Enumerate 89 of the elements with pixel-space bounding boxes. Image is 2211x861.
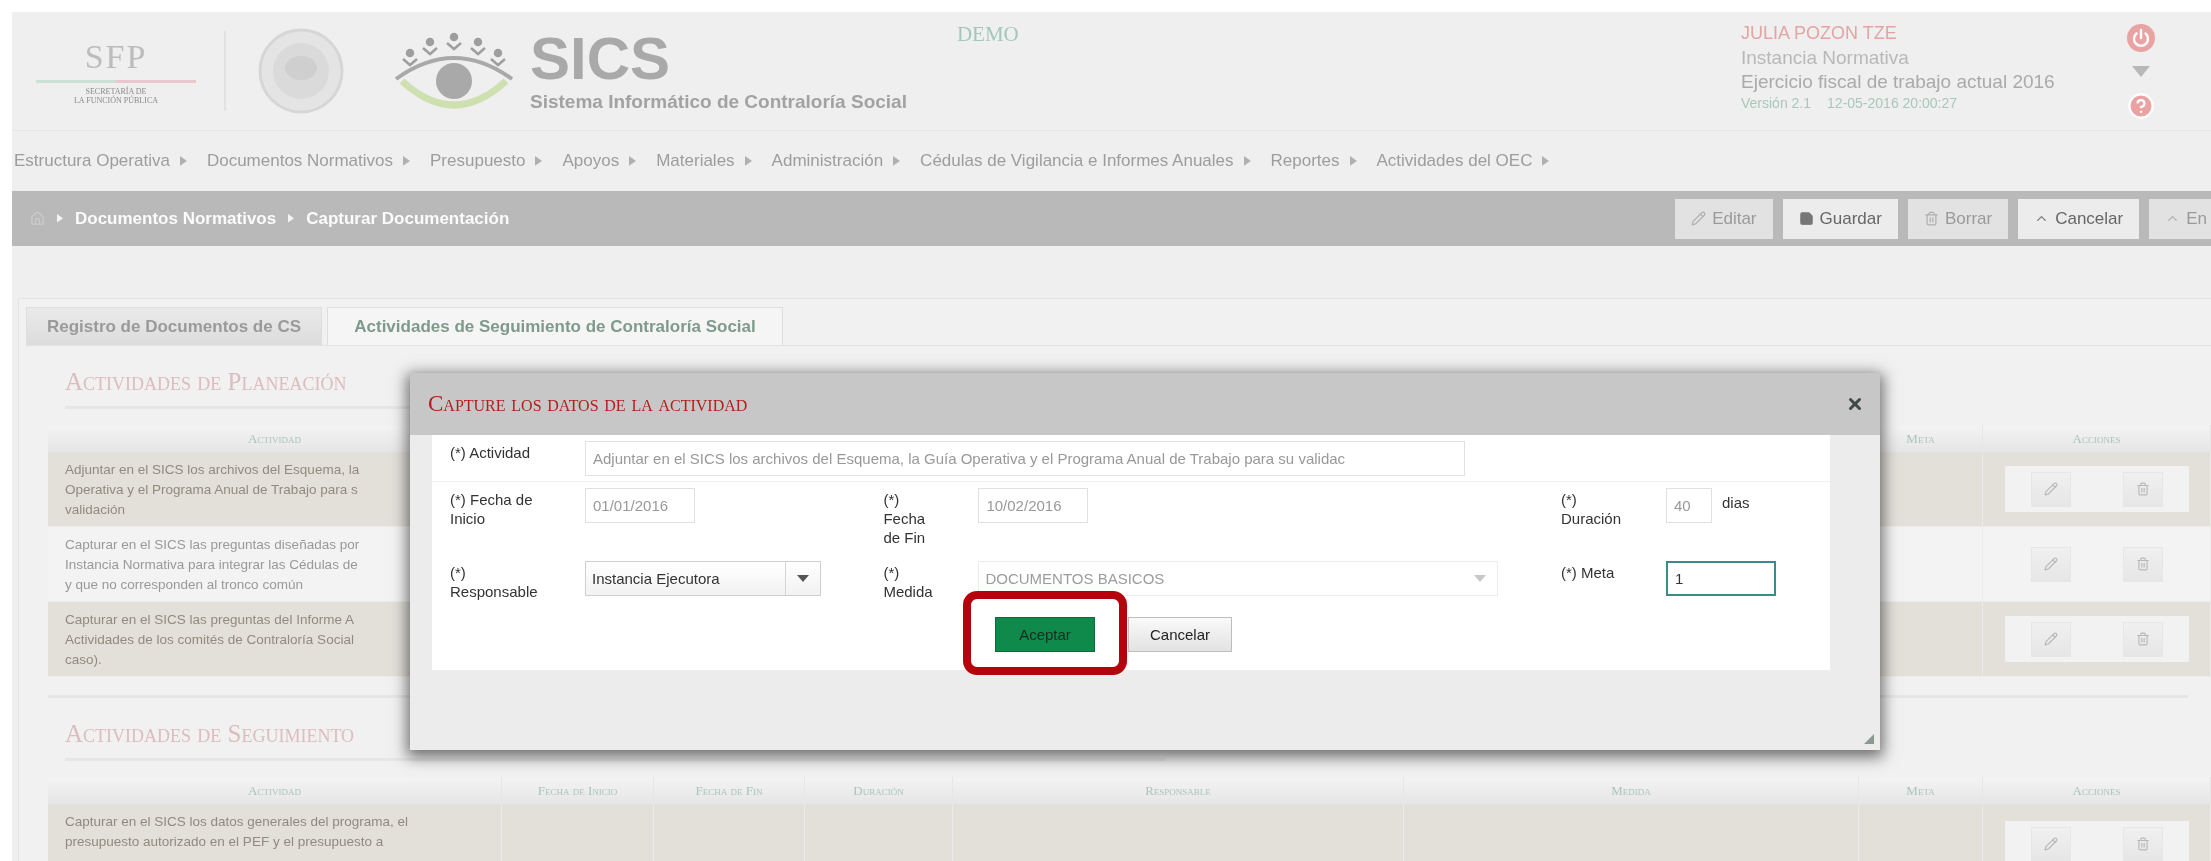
trash-icon: [2135, 557, 2150, 571]
edit-button[interactable]: [2030, 826, 2071, 861]
column-header: Actividad: [248, 430, 301, 447]
column-header: Duración: [853, 782, 904, 799]
caret-right-icon: [57, 214, 63, 223]
column-header: Acciones: [2072, 782, 2121, 799]
select-field[interactable]: Instancia Ejecutora: [585, 561, 821, 596]
input-field[interactable]: 1: [1665, 561, 1776, 596]
caret-down-icon[interactable]: [2132, 66, 2150, 78]
column-header: Fecha de Inicio: [537, 782, 618, 799]
delete-button[interactable]: [2122, 471, 2163, 507]
menu-item[interactable]: Presupuesto: [430, 151, 543, 171]
logo-caption: SECRETARÍA DE LA FUNCIÓN PÚBLICA: [74, 86, 158, 105]
pencil-icon: [2043, 482, 2058, 496]
menu-item[interactable]: Apoyos: [562, 151, 637, 171]
menu-item[interactable]: Administración: [771, 151, 901, 171]
caret-down-icon: [797, 575, 809, 582]
unit-label: dias: [1721, 493, 1750, 511]
breadcrumb-link[interactable]: Capturar Documentación: [306, 208, 510, 229]
cell-text: Capturar en el SICS las preguntas diseñadas por Instancia Normativa para integrar las Cédulas de y que no corresponden al tronco común: [65, 536, 360, 594]
delete-button[interactable]: [2122, 621, 2163, 657]
app-name: SICS: [530, 29, 672, 89]
caret-down-icon: [1474, 575, 1487, 582]
column-header: Meta: [1906, 430, 1935, 447]
trash-icon: [1923, 211, 1939, 226]
cell-text: Capturar en el SICS los datos generales del programa, el presupuesto autorizado en el PEF y el presupuesto a: [65, 813, 408, 851]
trash-icon: [2135, 482, 2150, 496]
pencil-icon: [2043, 632, 2058, 646]
resize-grip-icon[interactable]: [1864, 734, 1874, 744]
seal-icon: [258, 28, 344, 114]
column-header: Meta: [1906, 782, 1935, 799]
caret-right-icon: [744, 156, 752, 166]
help-icon[interactable]: [2127, 92, 2155, 120]
caret-right-icon: [1349, 156, 1357, 166]
tab[interactable]: Registro de Documentos de CS: [26, 307, 322, 345]
cell-text: Capturar en el SICS las preguntas del Informe A Actividades de los comités de Contraloría Social caso).: [65, 611, 354, 669]
fiscal-year: Ejercicio fiscal de trabajo actual 2016: [1741, 70, 2056, 93]
power-icon[interactable]: [2127, 24, 2155, 52]
menu-item[interactable]: Estructura Operativa: [14, 151, 187, 171]
dialog-title: Capture los datos de la actividad: [428, 391, 748, 417]
field-label: (*) Fecha de Inicio: [450, 490, 534, 528]
caret-right-icon: [403, 156, 411, 166]
caret-right-icon: [1542, 156, 1550, 166]
column-header: Fecha de Fin: [695, 782, 763, 799]
trash-icon: [2135, 632, 2150, 646]
cancel-button[interactable]: Cancelar: [1128, 617, 1232, 652]
delete-button[interactable]: [2122, 826, 2163, 861]
menu-item[interactable]: Cédulas de Vigilancia e Informes Anuales: [920, 151, 1251, 171]
trash-icon: [2135, 837, 2150, 851]
field-label: (*) Duración: [1560, 490, 1622, 528]
edit-button[interactable]: [2030, 546, 2071, 582]
user-name: JULIA POZON TZE: [1741, 22, 1898, 45]
column-header: Actividad: [248, 782, 301, 799]
column-header: Medida: [1611, 782, 1651, 799]
caret-right-icon: [1243, 156, 1251, 166]
edit-button[interactable]: [2030, 621, 2071, 657]
field-label: (*) Fecha de Fin: [883, 490, 927, 547]
menu-item[interactable]: Actividades del OEC: [1376, 151, 1550, 171]
pencil-icon: [2043, 557, 2058, 571]
caret-right-icon: [629, 156, 637, 166]
caret-right-icon: [288, 214, 295, 223]
pencil-icon: [1691, 211, 1707, 226]
caret-right-icon: [179, 156, 187, 166]
save-icon: [1798, 211, 1814, 226]
field-label: (*) Medida: [883, 563, 934, 601]
caret-right-icon: [893, 156, 901, 166]
caret-right-icon: [535, 156, 543, 166]
close-button[interactable]: [1846, 395, 1864, 413]
menu-item[interactable]: Reportes: [1270, 151, 1357, 171]
menu-item[interactable]: Materiales: [656, 151, 752, 171]
toolbar-button[interactable]: Cancelar: [2018, 198, 2140, 239]
field-label: (*) Meta: [1560, 563, 1616, 582]
menu-item[interactable]: Documentos Normativos: [206, 151, 411, 171]
accept-button[interactable]: Aceptar: [995, 617, 1095, 652]
field-label: (*) Responsable: [450, 563, 539, 601]
timestamp: 12-05-2016 20:00:27: [1827, 94, 1958, 113]
tab[interactable]: Actividades de Seguimiento de Contraloría Social: [327, 307, 783, 345]
column-header: Responsable: [1145, 782, 1211, 799]
app-subtitle: Sistema Informático de Contraloría Social: [530, 91, 907, 113]
version-label: Versión 2.1: [1741, 94, 1812, 113]
breadcrumb-link[interactable]: Documentos Normativos: [75, 208, 277, 229]
column-header: Acciones: [2072, 430, 2121, 447]
pencil-icon: [2043, 837, 2058, 851]
delete-button[interactable]: [2122, 546, 2163, 582]
edit-button[interactable]: [2030, 471, 2071, 507]
cell-text: Adjuntar en el SICS los archivos del Esquema, la Operativa y el Programa Anual de Trabajo para s validación: [65, 461, 360, 519]
field-label: (*) Actividad: [450, 443, 532, 462]
toolbar-button[interactable]: Guardar: [1782, 198, 1898, 239]
environment-label: DEMO: [956, 22, 1019, 47]
